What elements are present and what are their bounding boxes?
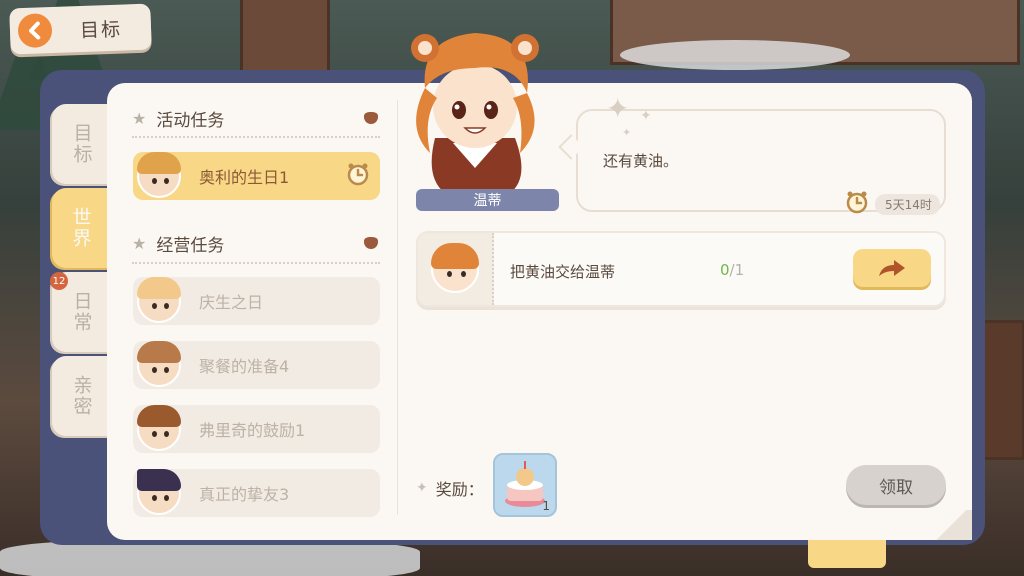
tab-intimacy[interactable]: 亲密 [52,356,112,436]
objective-npc-avatar [418,233,494,305]
tab-world[interactable]: 世界 [52,188,110,268]
character-name-tag: 温蒂 [416,189,559,211]
section-event-quests[interactable]: ★ 活动任务 [132,104,382,132]
section-business-quests[interactable]: ★ 经营任务 [132,229,382,257]
time-remaining-text: 5天14时 [875,193,940,215]
character-portrait [395,18,555,193]
back-button[interactable]: 目标 [9,3,152,55]
section-title: 经营任务 [156,235,225,256]
sparkle-icon: ✦ [416,480,428,496]
clock-icon [845,190,869,218]
page-title: 目标 [79,18,123,42]
quest-title: 聚餐的准备4 [199,357,290,376]
quest-avatar [135,469,183,517]
daily-count-badge: 12 [50,272,68,290]
tab-goals[interactable]: 目标 [52,104,112,184]
sparkle-icon: ✦ [622,126,632,139]
quest-item[interactable]: 庆生之日 [133,277,380,325]
star-icon: ★ [132,233,147,253]
reward-label: ✦ 奖励： [416,480,484,499]
back-arrow-icon [17,13,53,49]
objective-text: 把黄油交给温蒂 [510,263,616,281]
divider [132,136,380,138]
go-arrow-icon [879,260,905,276]
clock-icon [346,162,370,190]
quest-avatar [135,152,183,200]
objective-row: 把黄油交给温蒂 0/1 [416,231,946,307]
quest-item[interactable]: 聚餐的准备4 [133,341,380,389]
quest-title: 弗里奇的鼓励1 [199,421,306,440]
quest-title: 庆生之日 [199,293,264,312]
objective-progress: 0/1 [720,261,745,279]
bottom-tab-decoration [808,540,886,568]
quest-avatar [135,277,183,325]
quest-avatar [135,341,183,389]
quest-avatar [135,405,183,453]
divider [132,262,380,264]
reward-item-cake[interactable]: 1 [493,453,557,517]
page-corner-fold [930,510,972,540]
quest-item[interactable]: 真正的挚友3 [133,469,380,517]
quest-item[interactable]: 奥利的生日1 [133,152,380,200]
star-icon: ★ [132,108,147,128]
collapse-toggle-icon[interactable] [364,112,378,124]
section-title: 活动任务 [156,110,225,131]
quest-title: 奥利的生日1 [199,168,290,187]
sparkle-icon: ✦ [640,108,652,124]
reward-quantity: 1 [542,499,550,513]
quest-item[interactable]: 弗里奇的鼓励1 [133,405,380,453]
sparkle-icon: ✦ [606,92,630,125]
claim-button[interactable]: 领取 [846,465,946,505]
quest-title: 真正的挚友3 [199,485,290,504]
collapse-toggle-icon[interactable] [364,237,378,249]
time-remaining: 5天14时 [845,190,945,218]
dialog-text: 还有黄油。 [603,152,679,170]
go-button[interactable] [853,249,931,287]
